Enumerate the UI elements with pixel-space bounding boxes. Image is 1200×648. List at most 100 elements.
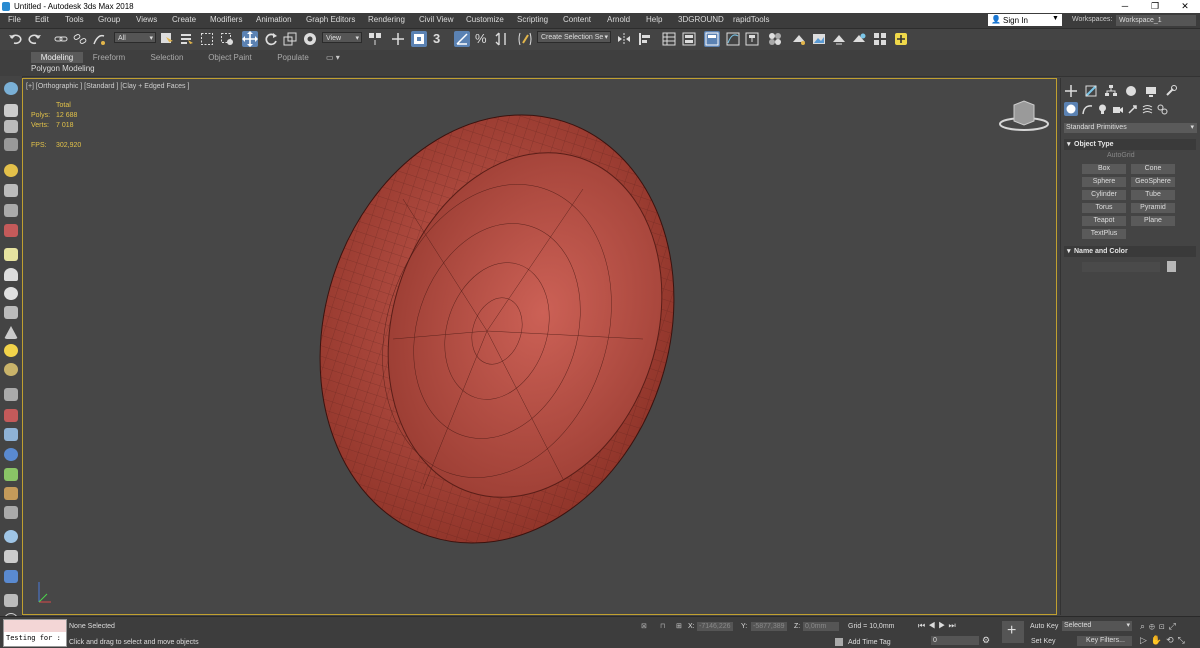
menu-help[interactable]: Help [646,15,662,24]
tab-populate[interactable]: Populate [270,52,316,63]
viewport-label[interactable]: [+] [Orthographic ] [Standard ] [Clay + … [26,83,189,90]
window-crossing-icon[interactable] [220,32,234,46]
systems-icon[interactable] [1157,104,1168,115]
x-coordinate-field[interactable]: -7146,226 [697,622,733,631]
add-time-tag-button[interactable]: Add Time Tag [848,639,891,646]
layer-explorer-icon[interactable] [682,32,696,46]
maxscript-input-area[interactable] [4,620,66,632]
sun-icon[interactable] [4,344,18,357]
menu-animation[interactable]: Animation [256,15,292,24]
select-by-name-icon[interactable] [180,32,194,46]
viewcube-icon[interactable] [996,97,1056,137]
current-frame-field[interactable]: 0 [931,636,979,645]
menu-arnold[interactable]: Arnold [607,15,630,24]
tab-freeform[interactable]: Freeform [86,52,132,63]
globe-icon[interactable] [4,448,18,461]
scale-icon[interactable] [283,32,297,46]
unlink-icon[interactable] [73,32,87,46]
manipulate-icon[interactable] [391,32,405,46]
environment-icon[interactable] [4,530,18,543]
shapes-icon[interactable] [1082,104,1093,115]
scene-explorer-icon[interactable] [662,32,676,46]
cone-button[interactable]: Cone [1131,164,1175,174]
render-setup-icon[interactable] [792,32,806,46]
textplus-button[interactable]: TextPlus [1082,229,1126,239]
rendered-frame-window-icon[interactable] [812,32,826,46]
spinner-snap-icon[interactable] [495,32,509,46]
tab-object-paint[interactable]: Object Paint [200,52,260,63]
space-warps-icon[interactable] [1142,104,1153,115]
object-type-rollout[interactable]: ▾ Object Type [1064,139,1196,150]
schematic-view-icon[interactable] [745,32,759,46]
auto-key-button[interactable]: Auto Key [1030,623,1058,630]
menu-graph-editors[interactable]: Graph Editors [306,15,355,24]
menu-create[interactable]: Create [172,15,196,24]
grid-icon[interactable] [4,388,18,401]
cylinder-button[interactable]: Cylinder [1082,190,1126,200]
material-icon[interactable] [4,363,18,376]
link-icon[interactable] [54,32,68,46]
rectangular-selection-icon[interactable] [200,32,214,46]
paint-icon[interactable] [4,409,18,422]
phone-icon[interactable] [4,594,18,607]
cone-icon[interactable] [4,326,18,339]
helpers-icon[interactable] [1127,104,1138,115]
menu-rendering[interactable]: Rendering [368,15,405,24]
utilities-panel-icon[interactable] [1165,85,1177,97]
redo-icon[interactable] [28,32,42,46]
object-name-input[interactable] [1082,262,1160,272]
render-online-icon[interactable] [852,32,866,46]
align-icon[interactable] [638,32,652,46]
display-panel-icon[interactable] [1145,85,1157,97]
rotate-icon[interactable] [264,32,278,46]
lights-icon[interactable] [1097,104,1108,115]
placement-icon[interactable] [303,32,317,46]
named-selection-set-select[interactable]: Create Selection Se ▾ [537,31,611,43]
menu-file[interactable]: File [8,15,21,24]
keyboard-shortcut-toggle[interactable] [411,31,427,47]
object-color-swatch[interactable] [1167,261,1176,272]
pyramid-button[interactable]: Pyramid [1131,203,1175,213]
plane-button[interactable]: Plane [1131,216,1175,226]
menu-modifiers[interactable]: Modifiers [210,15,242,24]
ribbon-options-icon[interactable]: ▭ ▾ [326,53,340,62]
select-and-move-button[interactable] [242,31,258,47]
sign-in-button[interactable]: 👤 Sign In ▼ [988,14,1062,26]
viewport[interactable] [22,78,1057,615]
cameras-icon[interactable] [1112,104,1123,115]
create-panel-icon[interactable] [1065,85,1077,97]
playback-controls[interactable]: ⏮◀▶⏭ [918,621,959,631]
material-editor-icon[interactable] [768,32,782,46]
isolate-icon[interactable]: ⊓ [660,622,665,630]
animal-icon[interactable] [4,487,18,500]
layers-icon[interactable] [4,138,18,151]
effects-icon[interactable] [4,224,18,237]
time-config-icon[interactable]: ⚙ [982,635,990,646]
angle-snap-toggle[interactable] [454,31,470,47]
tab-selection[interactable]: Selection [142,52,192,63]
reference-coordinate-select[interactable]: View ▾ [322,32,362,43]
dome-icon[interactable] [4,268,18,281]
create-selection-icon[interactable] [4,104,18,117]
torus-button[interactable]: Torus [1082,203,1126,213]
close-button[interactable]: ✕ [1170,0,1200,13]
tab-modeling[interactable]: Modeling [31,52,83,63]
menu-scripting[interactable]: Scripting [517,15,548,24]
box-icon[interactable] [4,550,18,563]
hierarchy-panel-icon[interactable] [1105,85,1117,97]
autogrid-checkbox[interactable]: AutoGrid [1107,152,1135,159]
workspace-select[interactable]: Workspace_1 [1116,15,1196,26]
name-and-color-rollout[interactable]: ▾ Name and Color [1064,246,1196,257]
edit-named-selection-icon[interactable] [518,32,532,46]
ribbon-toggle[interactable] [704,31,720,47]
scene-explorer-toggle-icon[interactable] [4,120,18,133]
y-coordinate-field[interactable]: -5877,389 [751,622,787,631]
script-button-icon[interactable] [894,32,908,46]
box-button[interactable]: Box [1082,164,1126,174]
primitive-category-select[interactable]: Standard Primitives ▾ [1064,123,1197,133]
bowl-model[interactable] [23,79,1057,615]
z-coordinate-field[interactable]: 0,0mm [803,622,839,631]
scatter-icon[interactable] [4,506,18,519]
sphere-icon[interactable] [4,287,18,300]
torus-icon[interactable] [4,306,18,319]
